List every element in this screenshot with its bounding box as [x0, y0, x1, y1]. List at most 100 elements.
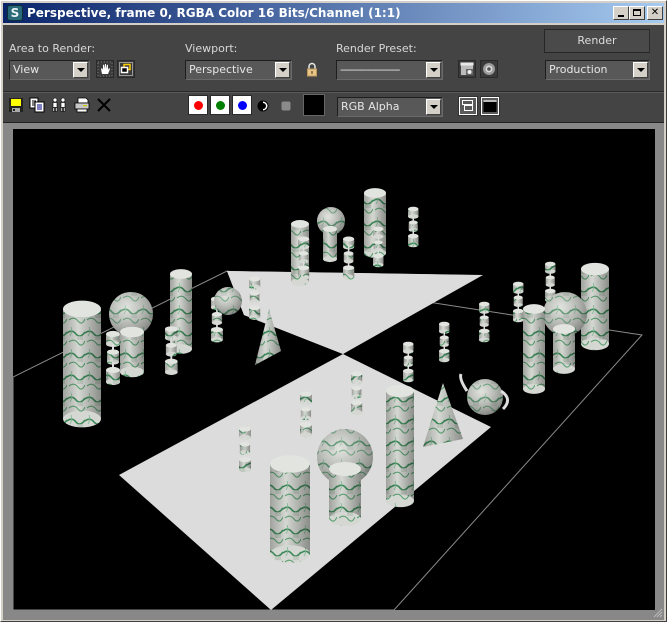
- render-button[interactable]: Render: [544, 29, 650, 53]
- totem-back-5-mid-top: [343, 251, 354, 256]
- print-people-button[interactable]: [51, 97, 67, 113]
- box-column-back-top: [364, 188, 386, 198]
- viewport-label: Viewport:: [185, 42, 238, 55]
- render-frame-window: S Perspective, frame 0, RGBA Color 16 Bi…: [0, 0, 667, 622]
- lock-viewport-button[interactable]: [303, 60, 321, 78]
- totem-back-5-base-base: [343, 274, 355, 280]
- box-column-left-base: [63, 410, 101, 428]
- sphere-front-pedestal-top: [329, 461, 361, 477]
- save-image-button[interactable]: [8, 97, 24, 113]
- render-preset-dropdown[interactable]: --------------------: [336, 60, 443, 80]
- hand-pan-icon: [97, 61, 113, 77]
- chevron-down-icon: [633, 62, 648, 78]
- sphere-front-pedestal-base: [329, 511, 361, 527]
- area-to-render-value: View: [13, 63, 40, 76]
- close-button[interactable]: ✕: [647, 6, 663, 20]
- totem-right-5-base-top: [403, 368, 414, 374]
- totem-right-1-base-top: [545, 288, 556, 294]
- print-icon: [74, 97, 90, 113]
- blue-channel-toggle[interactable]: [232, 95, 252, 115]
- rendered-image[interactable]: [13, 129, 655, 610]
- auto-region-button[interactable]: [117, 60, 135, 78]
- toggle-ui-icon: [482, 98, 498, 114]
- area-to-render-label: Area to Render:: [9, 42, 96, 55]
- red-channel-toggle[interactable]: [188, 95, 208, 115]
- totem-back-4-base-base: [373, 262, 384, 268]
- totem-right-4-cup-top: [439, 321, 450, 327]
- monochrome-icon: [281, 101, 291, 111]
- sphere-back-pedestal-base: [323, 255, 337, 263]
- edit-region-button[interactable]: [96, 60, 114, 78]
- totem-back-5-base-top: [343, 265, 355, 271]
- totem-back-1-base-top: [249, 305, 261, 311]
- chevron-down-icon: [275, 62, 290, 78]
- teapot-body-shade: [467, 379, 503, 415]
- render-preset-value: --------------------: [340, 63, 400, 76]
- sphere-right-pedestal-shade: [553, 329, 575, 369]
- resize-grip-icon[interactable]: [653, 608, 663, 618]
- totem-front-3-cup-top: [239, 426, 251, 432]
- totem-right-3-cup-top: [479, 301, 490, 307]
- totem-back-4-cup-top: [373, 226, 384, 232]
- monochrome-button[interactable]: [279, 98, 293, 112]
- channel-display-value: RGB Alpha: [341, 100, 400, 113]
- clear-button[interactable]: [96, 97, 112, 113]
- box-column-right-base: [581, 337, 609, 351]
- totem-back-2-base-base: [298, 274, 310, 280]
- totem-left-1-base-base: [106, 378, 120, 386]
- maximize-button[interactable]: [629, 6, 645, 20]
- sphere-back-pedestal-top: [323, 225, 337, 233]
- totem-back-3-base-base: [408, 242, 419, 248]
- totem-left-2-base-top: [165, 358, 178, 365]
- area-to-render-dropdown[interactable]: View: [9, 60, 90, 80]
- totem-back-2-cup-top: [298, 236, 310, 242]
- totem-right-5-base-base: [403, 377, 414, 383]
- render-setup-button[interactable]: [458, 60, 476, 78]
- render-mode-dropdown[interactable]: Production: [545, 60, 650, 80]
- totem-front-2-mid-top: [300, 407, 312, 412]
- cylinder-left-top: [170, 269, 192, 279]
- totem-right-3-base-base: [479, 337, 490, 343]
- green-channel-icon: [216, 101, 225, 110]
- minimize-button[interactable]: [613, 6, 629, 20]
- totem-back-3-mid-top: [408, 220, 418, 225]
- viewport-dropdown[interactable]: Perspective: [185, 60, 292, 80]
- clone-window-button[interactable]: [29, 97, 45, 113]
- sphere-right-pedestal-top: [553, 324, 575, 334]
- render-preset-label: Render Preset:: [336, 42, 417, 55]
- sphere-left-pedestal-top: [120, 326, 144, 338]
- environment-button[interactable]: [480, 60, 498, 78]
- totem-front-2-cup-top: [300, 391, 312, 397]
- totem-left-2-cup-top: [165, 326, 178, 332]
- save-image-icon: [9, 98, 23, 112]
- display-alpha-icon: [257, 100, 269, 112]
- box-column-front-shade: [270, 464, 310, 554]
- totem-right-3-mid-top: [479, 315, 489, 320]
- render-setup-icon: [460, 62, 474, 76]
- lock-icon: [307, 62, 317, 77]
- scene-render: [13, 188, 643, 610]
- blue-channel-icon: [238, 101, 247, 110]
- color-swatch[interactable]: [303, 94, 325, 116]
- sphere-back-pedestal-shade: [323, 229, 337, 259]
- teapot-spout: [459, 373, 469, 392]
- display-alpha-button[interactable]: [256, 98, 270, 112]
- window-title: Perspective, frame 0, RGBA Color 16 Bits…: [27, 6, 401, 20]
- totem-front-1-mid-top: [351, 386, 362, 391]
- totem-right-2-cup-top: [513, 281, 524, 287]
- box-column-left-shade: [63, 309, 101, 419]
- totem-right-2-base-base: [513, 317, 524, 323]
- green-channel-toggle[interactable]: [210, 95, 230, 115]
- print-button[interactable]: [74, 97, 90, 113]
- cylinder-front-top: [386, 384, 414, 398]
- totem-front-2-base-base: [300, 432, 312, 438]
- render-mode-value: Production: [549, 63, 608, 76]
- box-column-front-base: [270, 545, 310, 563]
- channel-display-dropdown[interactable]: RGB Alpha: [337, 97, 443, 117]
- totem-back-4-base-top: [373, 253, 384, 259]
- title-bar[interactable]: S Perspective, frame 0, RGBA Color 16 Bi…: [3, 3, 664, 23]
- totem-front-3-mid-top: [239, 442, 251, 447]
- toggle-ui-button[interactable]: [480, 96, 500, 116]
- toggle-ui-overlay-button[interactable]: [458, 96, 478, 116]
- totem-back-3-base-top: [408, 233, 419, 239]
